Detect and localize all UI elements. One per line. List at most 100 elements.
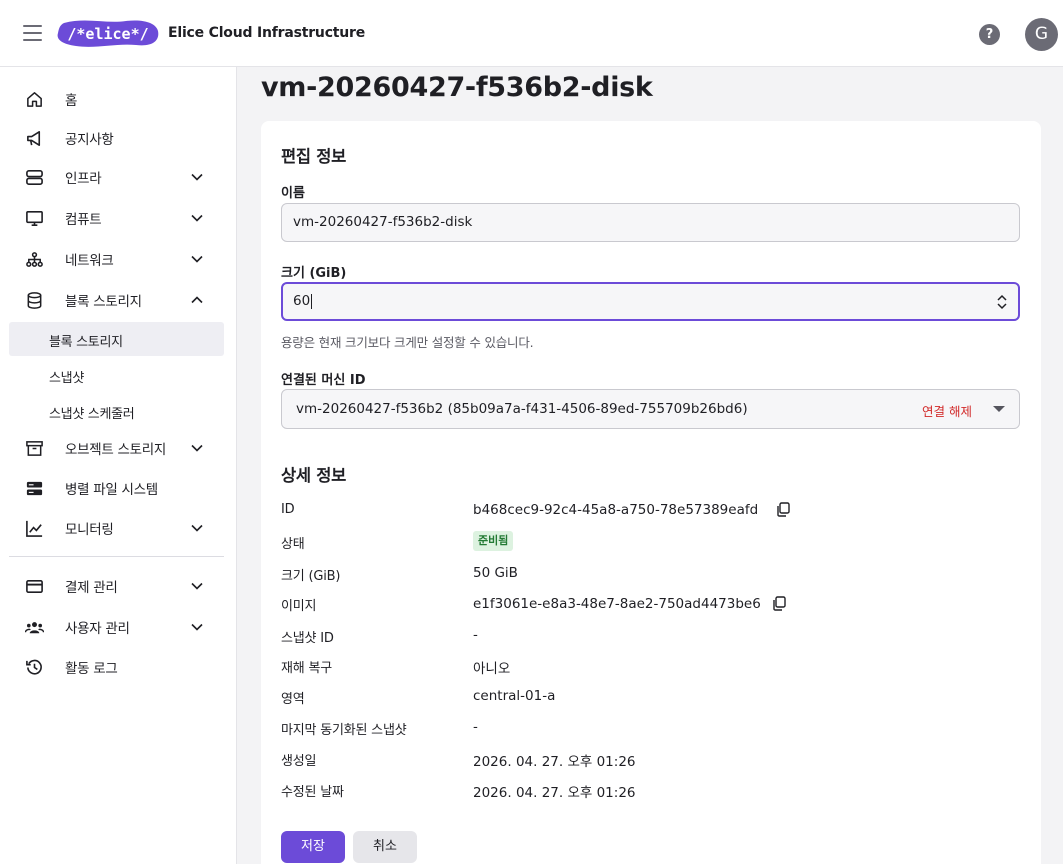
sidebar-item-label: 인프라 [65, 171, 102, 187]
chevron-down-icon [191, 444, 203, 452]
chevron-down-icon [191, 173, 203, 181]
sidebar-item-label: 스냅샷 스케줄러 [49, 407, 135, 422]
detail-value: 아니오 [473, 661, 511, 677]
sidebar-item-billing[interactable]: 결제 관리 [9, 569, 224, 603]
detail-label: 상태 [281, 537, 305, 552]
edit-card: 편집 정보 이름 vm-20260427-f536b2-disk 크기 (GiB… [261, 121, 1041, 864]
sidebar-item-object-storage[interactable]: 오브젝트 스토리지 [9, 431, 224, 465]
machine-select-value: vm-20260427-f536b2 (85b09a7a-f431-4506-8… [296, 401, 748, 417]
chevron-up-icon [191, 296, 203, 304]
sidebar-subitem-snapshot[interactable]: 스냅샷 [9, 358, 224, 392]
top-header: /*elice*/ Elice Cloud Infrastructure ? G [0, 0, 1063, 67]
sidebar: 홈 공지사항 인프라 컴퓨트 네트워크 블록 스토리지 블록 스토리지 스냅샷 … [0, 67, 237, 864]
sidebar-item-label: 컴퓨트 [65, 212, 102, 228]
chevron-down-icon [191, 582, 203, 590]
logo-text: /*elice*/ [67, 25, 148, 43]
users-icon [25, 622, 44, 634]
edit-section-title: 편집 정보 [281, 147, 346, 166]
detail-value: - [473, 627, 478, 643]
detail-label: 수정된 날짜 [281, 785, 344, 800]
text-cursor [311, 293, 313, 309]
detail-value: 2026. 04. 27. 오후 01:26 [473, 785, 636, 801]
machine-label: 연결된 머신 ID [281, 373, 366, 388]
save-button[interactable]: 저장 [281, 831, 345, 863]
sidebar-item-monitoring[interactable]: 모니터링 [9, 511, 224, 545]
sidebar-item-label: 블록 스토리지 [65, 294, 142, 310]
sidebar-item-infra[interactable]: 인프라 [9, 160, 224, 194]
chart-icon [26, 520, 43, 537]
chevron-down-icon [191, 524, 203, 532]
chevron-down-icon [191, 255, 203, 263]
database-icon [27, 292, 42, 309]
detail-value: central-01-a [473, 688, 556, 704]
page-title: vm-20260427-f536b2-disk [261, 72, 653, 103]
storage-icon [26, 481, 43, 496]
detail-label: 생성일 [281, 754, 317, 769]
number-stepper-icon[interactable] [996, 294, 1008, 310]
detail-id-value: b468cec9-92c4-45a8-a750-78e57389eafd [473, 502, 759, 518]
detail-value: 50 GiB [473, 565, 518, 581]
detach-button[interactable]: 연결 해제 [922, 401, 972, 420]
name-input-value: vm-20260427-f536b2-disk [293, 214, 473, 230]
sidebar-item-label: 모니터링 [65, 522, 114, 538]
megaphone-icon [27, 131, 41, 146]
sidebar-item-label: 블록 스토리지 [49, 335, 123, 350]
credit-card-icon [26, 579, 43, 594]
sidebar-item-home[interactable]: 홈 [9, 82, 224, 116]
detail-label: 영역 [281, 692, 305, 707]
detail-value: - [473, 719, 478, 735]
name-label: 이름 [281, 186, 305, 201]
sidebar-item-label: 사용자 관리 [65, 621, 130, 637]
size-input-value: 60 [293, 293, 311, 309]
sidebar-subitem-snapshot-scheduler[interactable]: 스냅샷 스케줄러 [9, 394, 224, 428]
menu-icon[interactable] [23, 25, 42, 42]
sidebar-item-label: 스냅샷 [49, 371, 84, 386]
history-icon [26, 659, 42, 675]
name-input[interactable]: vm-20260427-f536b2-disk [281, 203, 1020, 242]
detail-image-value: e1f3061e-e8a3-48e7-8ae2-750ad4473be6 [473, 596, 761, 612]
sidebar-item-compute[interactable]: 컴퓨트 [9, 201, 224, 235]
sidebar-item-label: 결제 관리 [65, 580, 118, 596]
sidebar-item-activity-log[interactable]: 활동 로그 [9, 650, 224, 684]
status-badge: 준비됨 [473, 531, 514, 551]
server-icon [26, 170, 43, 185]
sidebar-item-label: 병렬 파일 시스템 [65, 482, 158, 498]
cancel-button[interactable]: 취소 [353, 831, 417, 863]
detail-label: 마지막 동기화된 스냅샷 [281, 723, 407, 738]
detail-label: 이미지 [281, 599, 317, 614]
size-helper-text: 용량은 현재 크기보다 크게만 설정할 수 있습니다. [281, 335, 534, 350]
sidebar-item-network[interactable]: 네트워크 [9, 242, 224, 276]
sidebar-item-label: 네트워크 [65, 253, 114, 269]
sidebar-item-notices[interactable]: 공지사항 [9, 121, 224, 155]
elice-logo[interactable]: /*elice*/ [56, 19, 160, 49]
detail-label: 크기 (GiB) [281, 569, 341, 584]
detail-label: 재해 복구 [281, 661, 332, 676]
chevron-down-icon[interactable] [993, 406, 1005, 412]
sidebar-item-users[interactable]: 사용자 관리 [9, 610, 224, 644]
sidebar-item-label: 활동 로그 [65, 661, 118, 677]
chevron-down-icon [191, 623, 203, 631]
app-title: Elice Cloud Infrastructure [168, 25, 366, 41]
sidebar-item-label: 오브젝트 스토리지 [65, 442, 166, 458]
copy-icon[interactable] [776, 502, 790, 517]
size-label: 크기 (GiB) [281, 266, 347, 281]
sidebar-divider [9, 556, 224, 557]
sidebar-item-parallel-fs[interactable]: 병렬 파일 시스템 [9, 471, 224, 505]
detail-label: ID [281, 502, 295, 517]
home-icon [27, 92, 42, 107]
archive-icon [26, 441, 43, 456]
user-avatar[interactable]: G [1025, 18, 1058, 51]
machine-select[interactable]: vm-20260427-f536b2 (85b09a7a-f431-4506-8… [281, 389, 1020, 429]
sidebar-item-label: 공지사항 [65, 132, 114, 148]
copy-icon[interactable] [772, 596, 786, 611]
details-section-title: 상세 정보 [281, 466, 346, 485]
sidebar-subitem-block-storage[interactable]: 블록 스토리지 [9, 322, 224, 356]
detail-label: 스냅샷 ID [281, 631, 334, 646]
monitor-icon [26, 211, 43, 226]
help-icon[interactable]: ? [979, 24, 1000, 45]
sidebar-item-block-storage[interactable]: 블록 스토리지 [9, 283, 224, 317]
sidebar-item-label: 홈 [65, 93, 78, 109]
network-icon [26, 252, 43, 267]
size-input[interactable]: 60 [281, 282, 1020, 321]
chevron-down-icon [191, 214, 203, 222]
